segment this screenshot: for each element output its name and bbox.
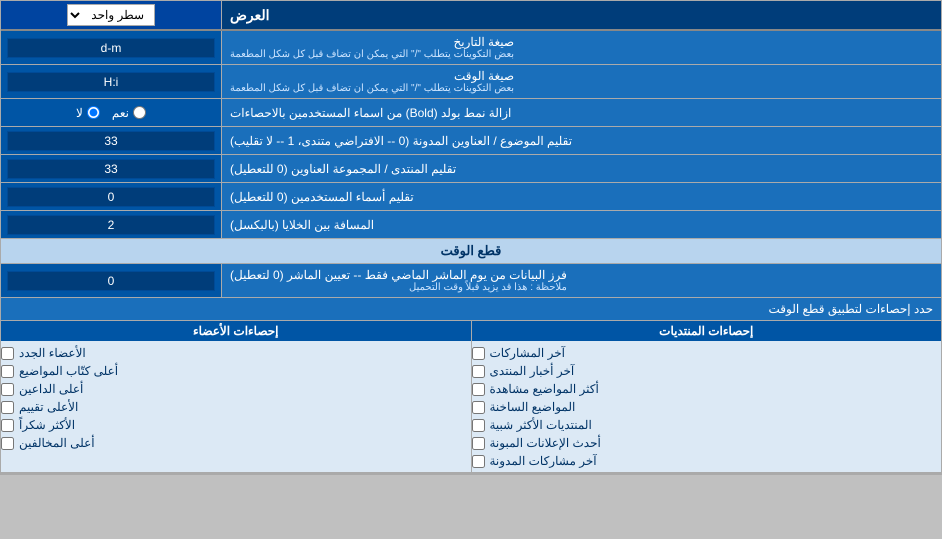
checkbox-most-similar: المنتديات الأكثر شبية bbox=[472, 418, 942, 432]
checkbox-most-thanked: الأكثر شكراً bbox=[1, 418, 471, 432]
bold-radio-area: نعم لا bbox=[1, 99, 221, 126]
bold-radio-yes-label[interactable]: نعم bbox=[112, 106, 146, 120]
time-format-input[interactable] bbox=[7, 72, 215, 92]
checkbox-limit-label: حدد إحصاءات لتطبيق قطع الوقت bbox=[1, 298, 941, 320]
realtime-input[interactable] bbox=[7, 271, 215, 291]
checkbox-most-thanked-input[interactable] bbox=[1, 419, 14, 432]
forum-title-label: تقليم المنتدى / المجموعة العناوين (0 للت… bbox=[221, 155, 941, 182]
checkbox-top-inviters: أعلى الداعين bbox=[1, 382, 471, 396]
checkbox-most-viewed: أكثر المواضيع مشاهدة bbox=[472, 382, 942, 396]
checkbox-top-posters: أعلى كتّاب المواضيع bbox=[1, 364, 471, 378]
checkbox-hot-topics-input[interactable] bbox=[472, 401, 485, 414]
checkbox-most-viewed-input[interactable] bbox=[472, 383, 485, 396]
checkbox-top-violators: أعلى المخالفين bbox=[1, 436, 471, 450]
checkbox-new-members: الأعضاء الجدد bbox=[1, 346, 471, 360]
topic-title-input[interactable] bbox=[7, 131, 215, 151]
date-format-input-area bbox=[1, 31, 221, 64]
username-label: تقليم أسماء المستخدمين (0 للتعطيل) bbox=[221, 183, 941, 210]
checkbox-top-violators-input[interactable] bbox=[1, 437, 14, 450]
time-format-label: صيغة الوقت بعض التكوينات يتطلب "/" التي … bbox=[221, 65, 941, 98]
checkbox-top-rated: الأعلى تقييم bbox=[1, 400, 471, 414]
checkbox-pinned-announce: أحدث الإعلانات المبونة bbox=[472, 436, 942, 450]
username-input[interactable] bbox=[7, 187, 215, 207]
display-label: العرض bbox=[221, 1, 941, 29]
checkbox-hot-topics: المواضيع الساخنة bbox=[472, 400, 942, 414]
checkbox-last-posts-input[interactable] bbox=[472, 347, 485, 360]
time-format-input-area bbox=[1, 65, 221, 98]
realtime-input-area bbox=[1, 264, 221, 297]
cell-spacing-label: المسافة بين الخلايا (بالبكسل) bbox=[221, 211, 941, 238]
date-format-label: صيغة التاريخ بعض التكوينات يتطلب "/" الت… bbox=[221, 31, 941, 64]
forum-stats-header: إحصاءات المنتديات bbox=[472, 321, 942, 341]
bold-label: ازالة نمط بولد (Bold) من اسماء المستخدمي… bbox=[221, 99, 941, 126]
members-stats-col: إحصاءات الأعضاء الأعضاء الجدد أعلى كتّاب… bbox=[1, 321, 471, 472]
cell-spacing-input-area bbox=[1, 211, 221, 238]
members-stats-header: إحصاءات الأعضاء bbox=[1, 321, 471, 341]
checkbox-pinned-announce-input[interactable] bbox=[472, 437, 485, 450]
checkbox-last-blog-posts-input[interactable] bbox=[472, 455, 485, 468]
topic-title-input-area bbox=[1, 127, 221, 154]
realtime-label: فرز البيانات من يوم الماشر الماضي فقط --… bbox=[221, 264, 941, 297]
checkbox-top-inviters-input[interactable] bbox=[1, 383, 14, 396]
realtime-section-header: قطع الوقت bbox=[1, 239, 941, 264]
date-format-input[interactable] bbox=[7, 38, 215, 58]
checkbox-forum-news-input[interactable] bbox=[472, 365, 485, 378]
cell-spacing-input[interactable] bbox=[7, 215, 215, 235]
forum-title-input-area bbox=[1, 155, 221, 182]
bold-radio-no[interactable] bbox=[87, 106, 100, 119]
display-select-area: سطر واحد سطرين ثلاثة أسطر bbox=[1, 1, 221, 29]
username-input-area bbox=[1, 183, 221, 210]
bold-radio-yes[interactable] bbox=[133, 106, 146, 119]
checkbox-last-posts: آخر المشاركات bbox=[472, 346, 942, 360]
checkbox-most-similar-input[interactable] bbox=[472, 419, 485, 432]
bold-radio-no-label[interactable]: لا bbox=[76, 106, 100, 120]
checkbox-last-blog-posts: آخر مشاركات المدونة bbox=[472, 454, 942, 468]
checkbox-forum-news: آخر أخبار المنتدى bbox=[472, 364, 942, 378]
forum-stats-col: إحصاءات المنتديات آخر المشاركات آخر أخبا… bbox=[471, 321, 942, 472]
topic-title-label: تقليم الموضوع / العناوين المدونة (0 -- ا… bbox=[221, 127, 941, 154]
display-select[interactable]: سطر واحد سطرين ثلاثة أسطر bbox=[67, 4, 155, 26]
checkbox-top-rated-input[interactable] bbox=[1, 401, 14, 414]
forum-title-input[interactable] bbox=[7, 159, 215, 179]
checkbox-top-posters-input[interactable] bbox=[1, 365, 14, 378]
checkbox-new-members-input[interactable] bbox=[1, 347, 14, 360]
